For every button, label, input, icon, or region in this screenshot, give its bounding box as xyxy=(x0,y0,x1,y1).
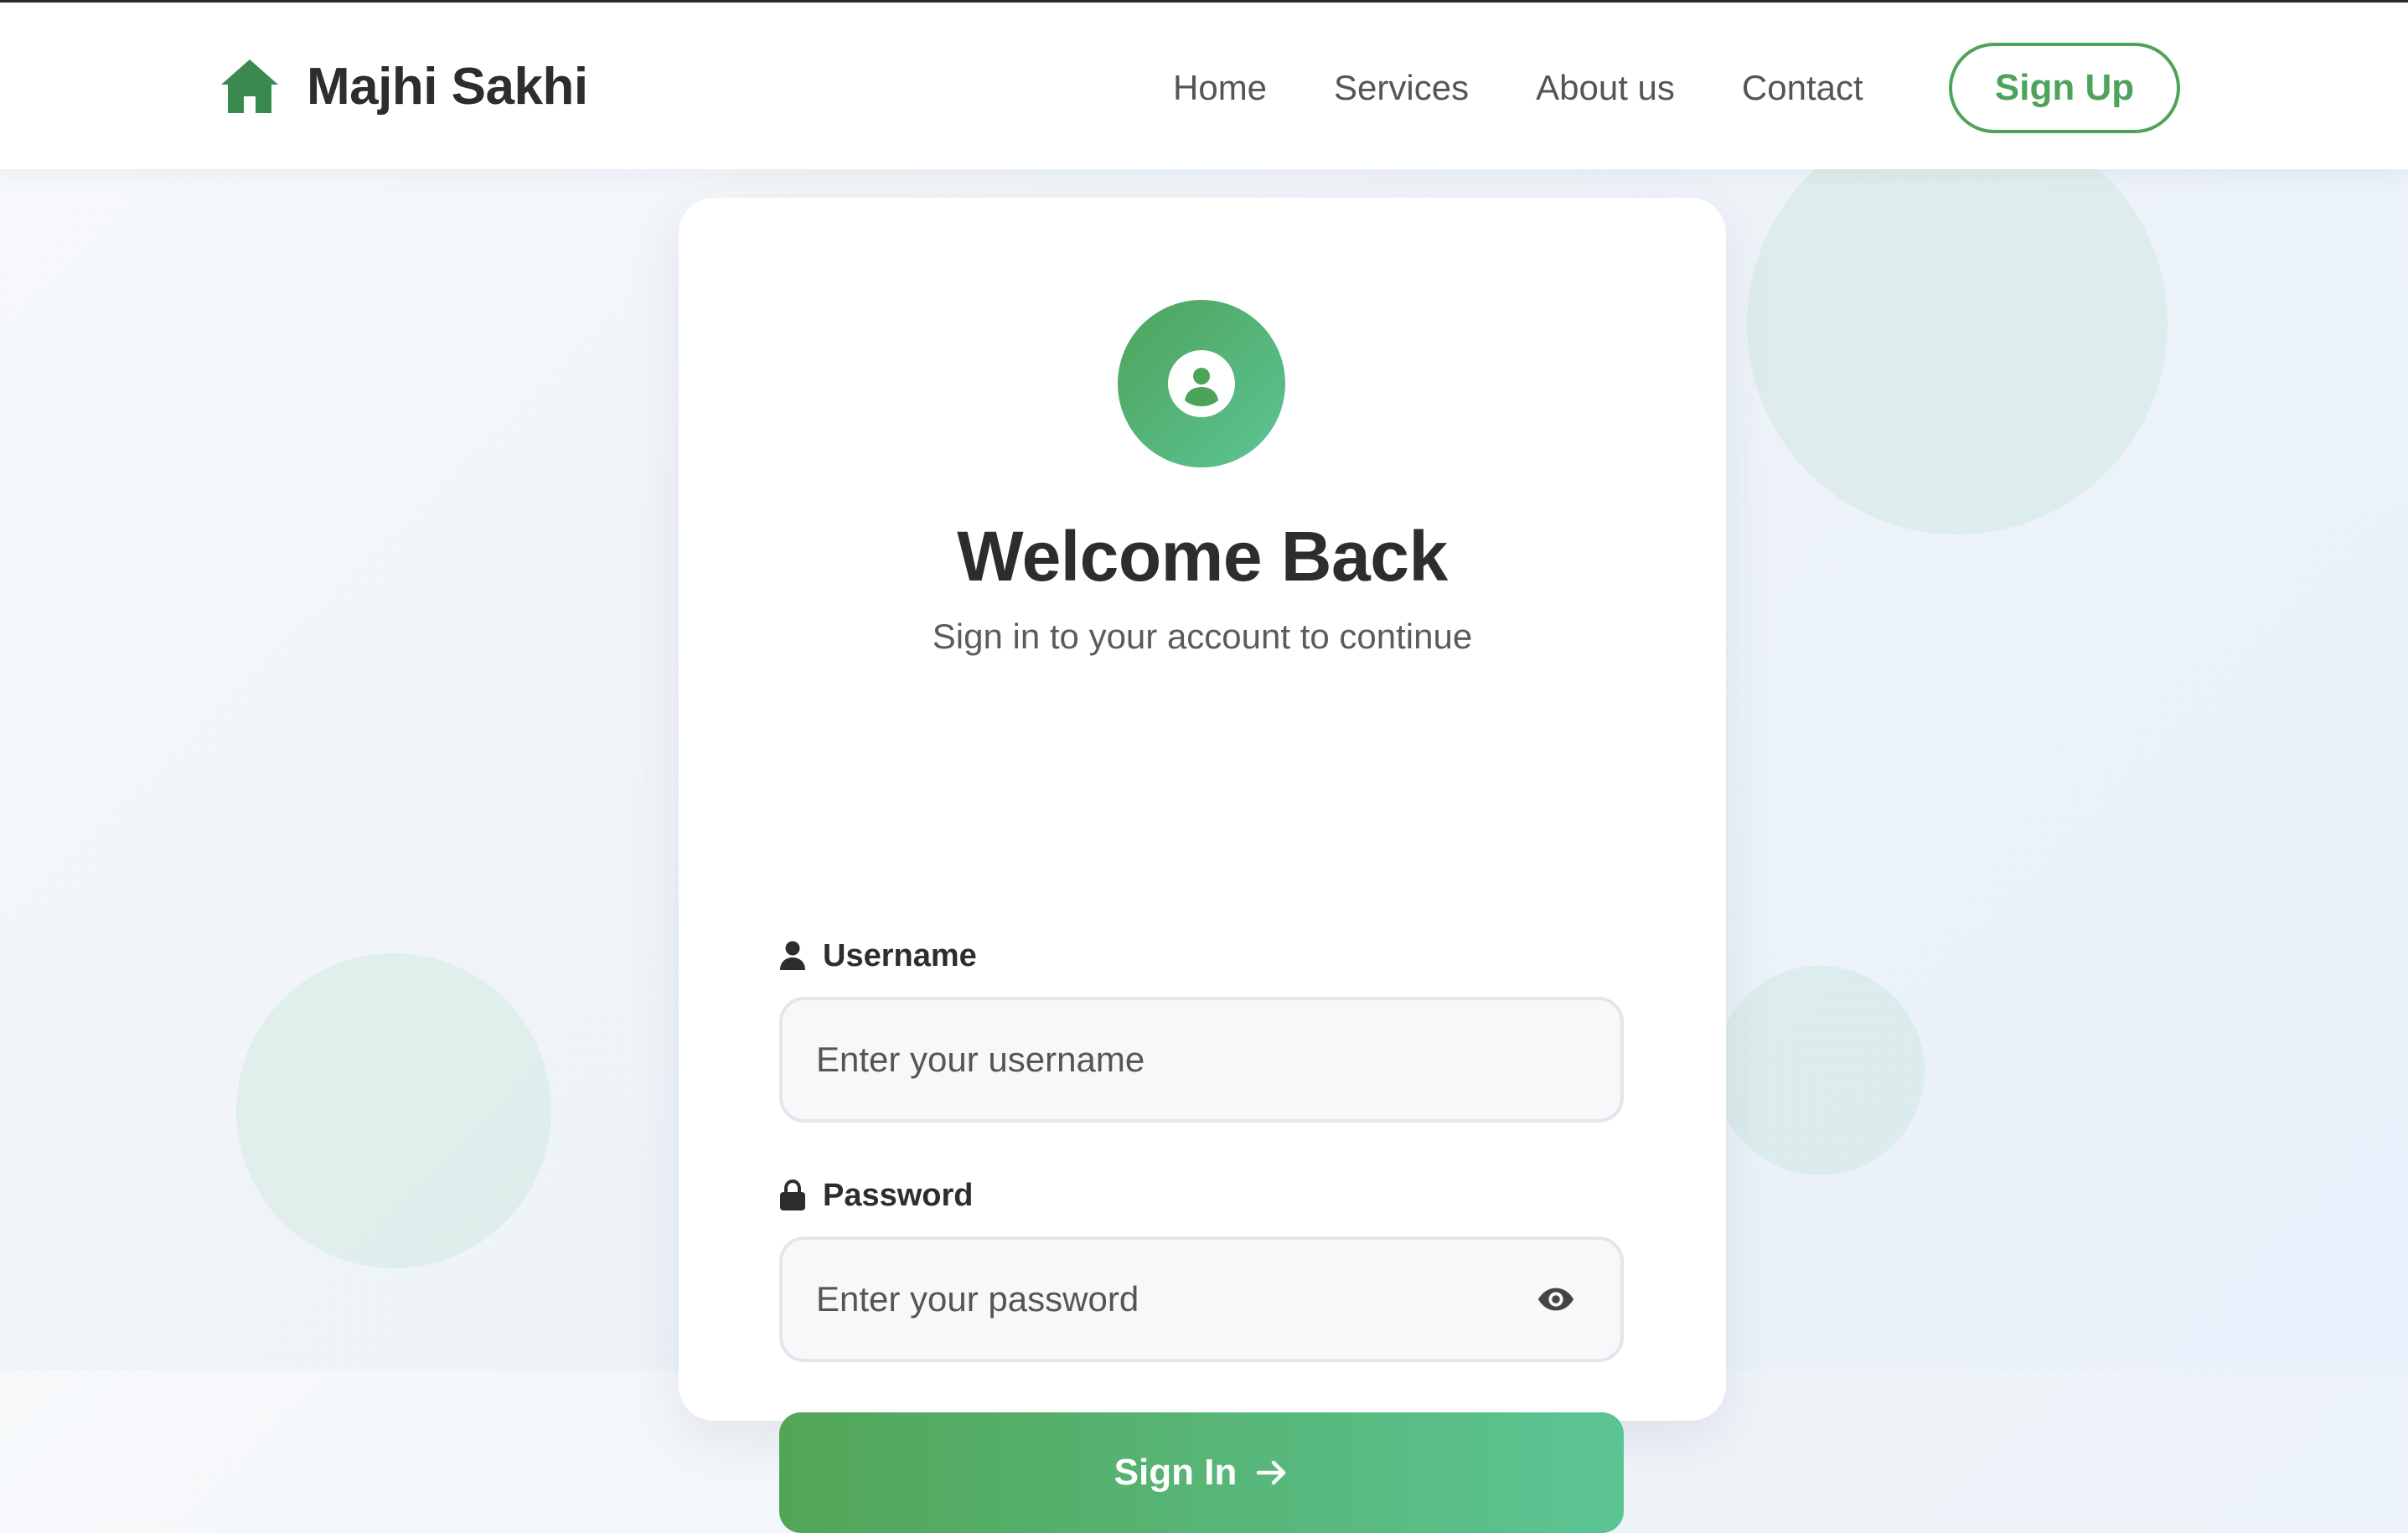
eye-icon[interactable] xyxy=(1535,1280,1577,1319)
nav-link-services[interactable]: Services xyxy=(1334,68,1469,108)
arrow-right-icon xyxy=(1255,1456,1289,1489)
username-input[interactable] xyxy=(779,997,1624,1123)
password-input[interactable] xyxy=(779,1236,1624,1362)
sign-up-button[interactable]: Sign Up xyxy=(1949,43,2180,133)
decorative-circle xyxy=(1747,114,2168,534)
brand-logo-link[interactable]: Majhi Sakhi xyxy=(220,56,588,116)
username-label: Username xyxy=(779,935,977,977)
username-label-text: Username xyxy=(823,937,977,973)
nav-link-contact[interactable]: Contact xyxy=(1742,68,1863,108)
nav-link-home[interactable]: Home xyxy=(1173,68,1267,108)
brand-name: Majhi Sakhi xyxy=(307,57,588,116)
user-icon xyxy=(779,939,806,973)
nav-link-about[interactable]: About us xyxy=(1536,68,1675,108)
sign-in-label: Sign In xyxy=(1114,1452,1238,1493)
login-card: Welcome Back Sign in to your account to … xyxy=(679,198,1726,1533)
home-icon xyxy=(220,58,280,115)
top-navbar: Majhi Sakhi Home Services About us Conta… xyxy=(0,0,2408,169)
user-circle-icon xyxy=(1118,300,1285,467)
page-title: Welcome Back xyxy=(957,517,1448,596)
page-subtitle: Sign in to your account to continue xyxy=(932,617,1473,656)
main-nav: Home Services About us Contact xyxy=(1173,43,1930,133)
decorative-circle xyxy=(1715,966,1925,1175)
lock-icon xyxy=(779,1179,806,1212)
password-label: Password xyxy=(779,1174,974,1216)
sign-in-button[interactable]: Sign In xyxy=(779,1412,1624,1533)
password-label-text: Password xyxy=(823,1177,974,1213)
decorative-circle xyxy=(236,953,551,1268)
